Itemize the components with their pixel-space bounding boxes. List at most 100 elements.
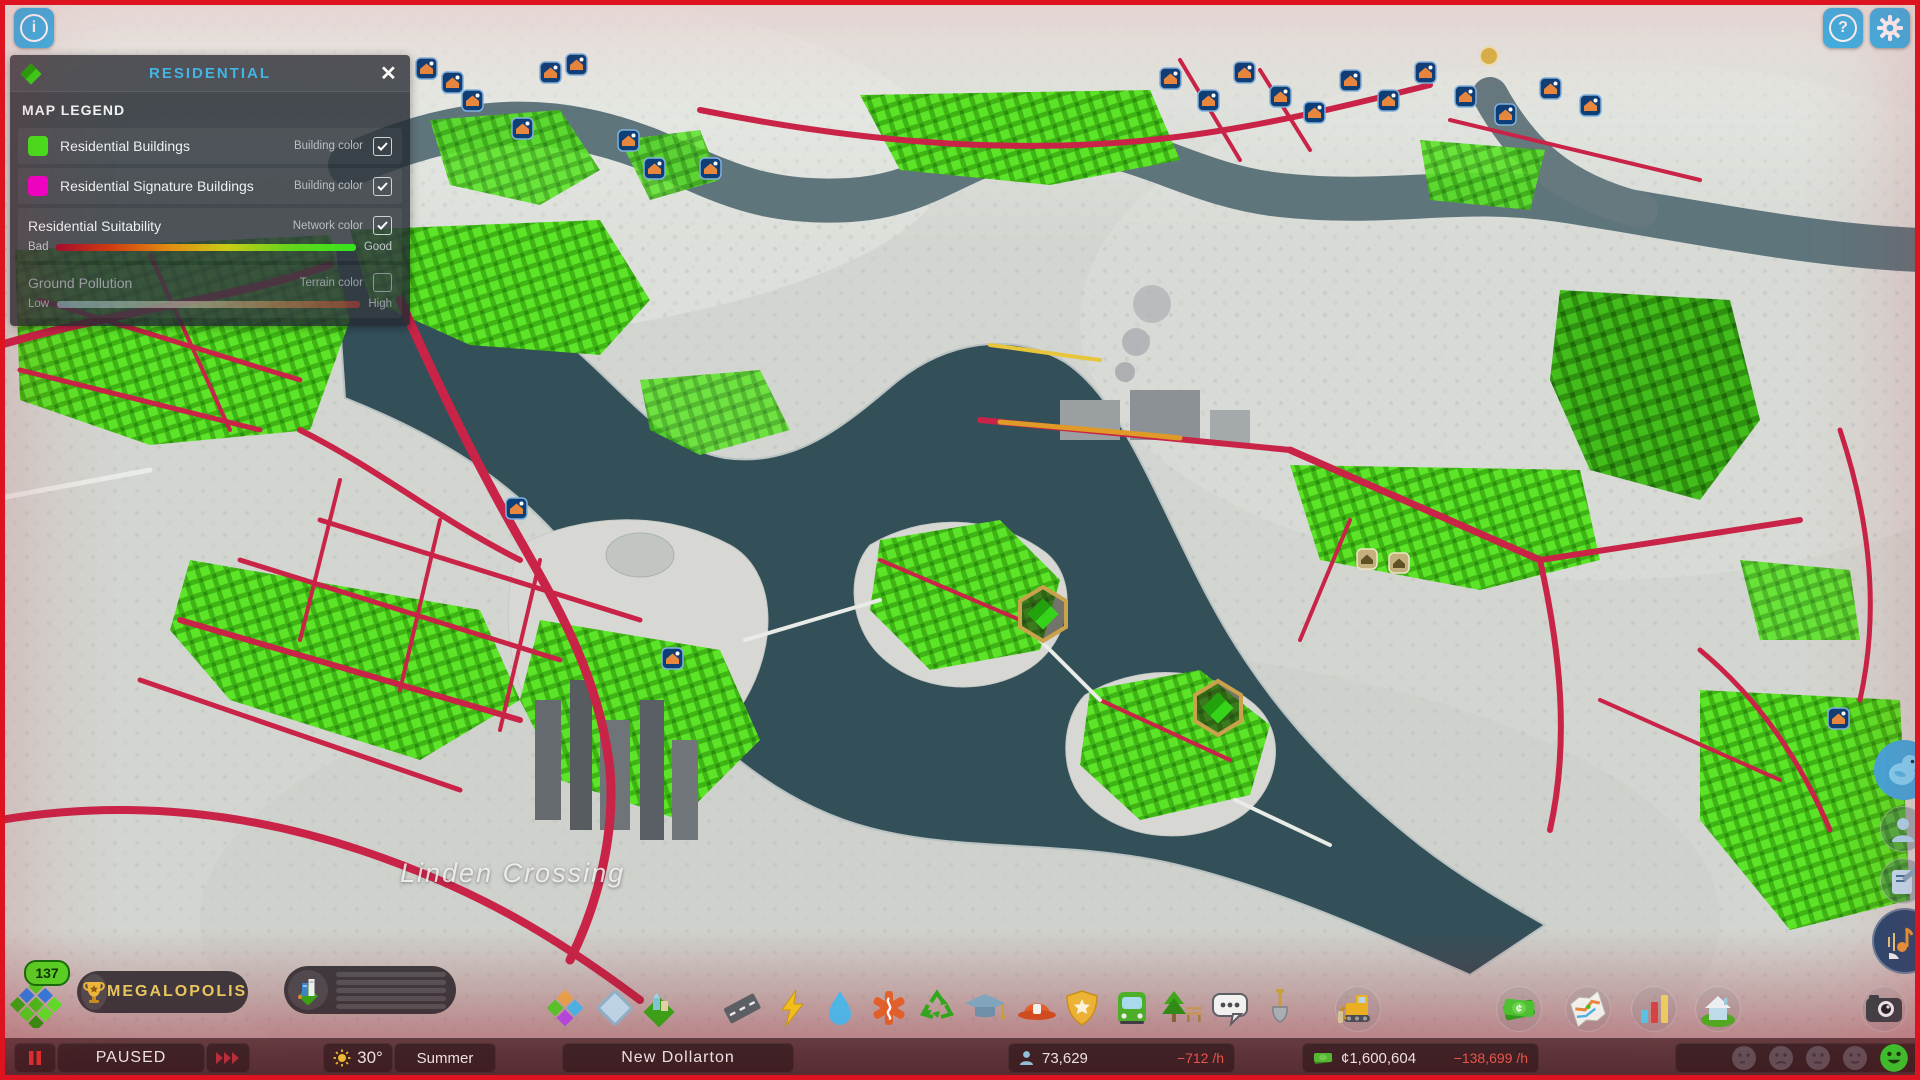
police-shield-icon xyxy=(1066,990,1098,1026)
chirper-bird-icon xyxy=(1889,755,1920,785)
electricity-icon xyxy=(781,989,805,1027)
settings-button[interactable] xyxy=(1870,8,1910,48)
info-button[interactable]: i xyxy=(14,8,54,48)
trophy-icon xyxy=(83,982,105,1003)
suitability-checkbox[interactable] xyxy=(373,216,392,235)
transportation-button[interactable] xyxy=(1110,986,1154,1030)
communications-button[interactable] xyxy=(1208,986,1252,1030)
fire-rescue-button[interactable] xyxy=(1015,986,1059,1030)
pollution-gradient xyxy=(57,300,361,308)
water-sewage-button[interactable] xyxy=(818,986,862,1030)
milestone-level-badge: 137 xyxy=(24,960,70,986)
roads-button[interactable] xyxy=(720,986,764,1030)
radio-music-icon xyxy=(1888,927,1917,959)
districts-icon xyxy=(597,990,633,1026)
garbage-button[interactable] xyxy=(915,986,959,1030)
pollution-low-label: Low xyxy=(28,298,50,310)
pause-icon xyxy=(29,1051,41,1065)
police-button[interactable] xyxy=(1060,986,1104,1030)
happiness-face-sad-icon xyxy=(1732,1046,1756,1070)
money-value: ¢1,600,604 xyxy=(1341,1049,1417,1067)
areas-button[interactable] xyxy=(637,986,681,1030)
residential-buildings-checkbox[interactable] xyxy=(373,136,392,156)
camera-icon xyxy=(1866,995,1902,1022)
demand-widget[interactable] xyxy=(284,966,456,1014)
districts-button[interactable] xyxy=(593,986,637,1030)
gear-icon xyxy=(1877,15,1903,41)
park-tree-icon xyxy=(1162,991,1202,1022)
milestone-button[interactable]: 137 xyxy=(10,960,70,1028)
pollution-high-label: High xyxy=(368,298,392,310)
economy-button[interactable]: ¢ xyxy=(1496,986,1542,1032)
city-info-button[interactable] xyxy=(1695,986,1741,1032)
journal-button[interactable] xyxy=(1880,858,1920,904)
water-drop-icon xyxy=(829,991,851,1025)
legend-row-ground-pollution: Ground Pollution Terrain color Low High xyxy=(18,265,402,318)
healthcare-button[interactable] xyxy=(867,986,911,1030)
map-legend-heading: MAP LEGEND xyxy=(22,102,126,118)
suitability-bad-label: Bad xyxy=(28,241,49,253)
education-button[interactable] xyxy=(963,986,1007,1030)
lifepath-button[interactable] xyxy=(1880,806,1920,852)
milestone-name: MEGALOPOLIS xyxy=(107,983,248,1000)
happiness-face-content-icon xyxy=(1843,1046,1867,1070)
city-name: New Dollarton xyxy=(621,1049,735,1066)
residential-infoview-panel: RESIDENTIAL ✕ MAP LEGEND Residential Bui… xyxy=(10,55,410,326)
happiness-widget[interactable] xyxy=(1675,1043,1920,1073)
suitability-good-label: Good xyxy=(363,241,392,253)
signature-buildings-checkbox[interactable] xyxy=(373,176,392,196)
map-info-button[interactable] xyxy=(1565,986,1611,1032)
help-icon: ? xyxy=(1829,14,1857,42)
landscaping-button[interactable] xyxy=(1258,986,1302,1030)
city-demand-icon xyxy=(298,979,318,1005)
simulation-state-display[interactable]: PAUSED xyxy=(57,1043,205,1073)
economy-money-icon: ¢ xyxy=(1503,998,1535,1021)
season-display[interactable]: Summer xyxy=(394,1043,496,1073)
population-icon xyxy=(1020,1051,1033,1065)
district-label: Linden Crossing xyxy=(400,858,626,888)
demand-bars xyxy=(328,967,456,1014)
shovel-icon xyxy=(1272,989,1288,1023)
suitability-gradient xyxy=(56,243,356,251)
legend-row-signature-buildings: Residential Signature Buildings Building… xyxy=(18,168,402,204)
money-icon xyxy=(1313,1053,1333,1064)
bulldozer-button[interactable] xyxy=(1335,986,1381,1032)
speed-button[interactable] xyxy=(206,1043,250,1073)
roads-icon xyxy=(723,993,761,1024)
panel-title: RESIDENTIAL xyxy=(148,64,271,82)
ground-pollution-checkbox[interactable] xyxy=(373,273,392,292)
happiness-face-frown-icon xyxy=(1769,1046,1793,1070)
zoning-button[interactable] xyxy=(543,986,587,1030)
happiness-face-happy-icon xyxy=(1880,1044,1908,1072)
money-display[interactable]: ¢1,600,604 −138,699 /h xyxy=(1302,1043,1539,1073)
bulldozer-icon xyxy=(1338,995,1370,1023)
population-display[interactable]: 73,629 −712 /h xyxy=(1008,1043,1235,1073)
electricity-button[interactable] xyxy=(770,986,814,1030)
healthcare-icon xyxy=(873,991,905,1025)
weather-display[interactable]: 30° xyxy=(323,1043,393,1073)
temperature-value: 30° xyxy=(357,1048,383,1067)
legend-row-suitability: Residential Suitability Network color Ba… xyxy=(18,208,402,261)
sun-icon xyxy=(333,1049,351,1067)
parks-recreation-button[interactable] xyxy=(1160,986,1204,1030)
map-icon xyxy=(1570,990,1606,1028)
close-icon[interactable]: ✕ xyxy=(374,59,402,87)
pause-button[interactable] xyxy=(14,1043,56,1073)
fire-helmet-icon xyxy=(1018,1003,1056,1020)
citizen-icon xyxy=(1892,818,1914,842)
game-screen: { "overlay_panel": { "title": "RESIDENTI… xyxy=(0,0,1920,1080)
photo-mode-button[interactable] xyxy=(1861,986,1907,1032)
chat-bubble-icon xyxy=(1212,993,1248,1028)
statistics-button[interactable] xyxy=(1631,986,1677,1032)
fast-forward-icon xyxy=(216,1052,239,1064)
help-button[interactable]: ? xyxy=(1823,8,1863,48)
statistics-bars-icon xyxy=(1641,995,1668,1023)
info-icon: i xyxy=(20,14,48,42)
population-value: 73,629 xyxy=(1042,1049,1088,1067)
happiness-face-neutral-icon xyxy=(1806,1046,1830,1070)
zoning-icon xyxy=(546,989,584,1027)
season-value: Summer xyxy=(416,1049,474,1067)
milestone-name-button[interactable]: MEGALOPOLIS xyxy=(77,971,248,1013)
residential-swatch xyxy=(28,136,48,156)
city-name-display[interactable]: New Dollarton xyxy=(562,1043,794,1073)
